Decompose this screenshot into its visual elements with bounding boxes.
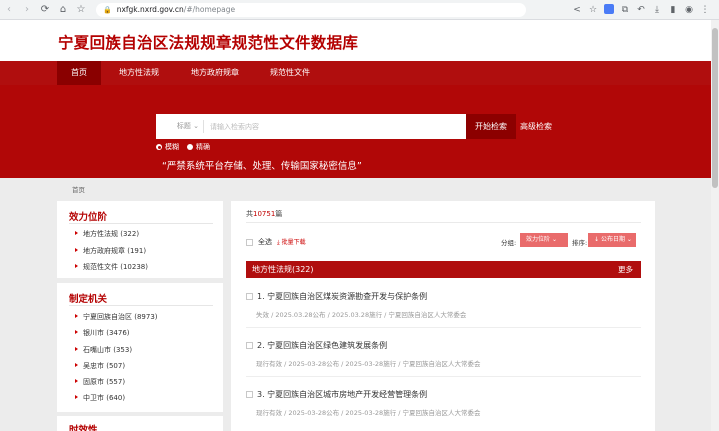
triangle-bullet-icon (75, 330, 78, 334)
page-scrollbar[interactable] (711, 20, 719, 431)
exact-label: 精确 (196, 143, 210, 151)
site-info-icon[interactable]: 🔒 (103, 6, 112, 14)
bookmark-star-icon[interactable]: ☆ (72, 0, 90, 20)
divider (246, 376, 641, 377)
fuzzy-label: 模糊 (165, 143, 179, 151)
law-meta: 失效 / 2025.03.28公布 / 2025.03.28施行 / 宁夏回族自… (256, 311, 467, 319)
select-all[interactable]: 全选 (246, 237, 272, 247)
divider (69, 223, 213, 224)
arrow-down-icon: ↓ (594, 236, 600, 243)
triangle-bullet-icon (75, 395, 78, 399)
triangle-bullet-icon (75, 314, 78, 318)
forward-icon[interactable]: › (18, 0, 36, 20)
law-title[interactable]: 2. 宁夏回族自治区绿色建筑发展条例 (246, 340, 387, 351)
filter-item[interactable]: 吴忠市 (507) (75, 361, 125, 371)
filter-item[interactable]: 银川市 (3476) (75, 328, 130, 338)
triangle-bullet-icon (75, 379, 78, 383)
divider (69, 305, 213, 306)
nav-government-rules[interactable]: 地方政府规章 (180, 61, 250, 85)
law-meta: 现行有效 / 2025-03-28公布 / 2025-03-28施行 / 宁夏回… (256, 409, 481, 417)
filter-item[interactable]: 规范性文件 (10238) (75, 262, 148, 272)
filter-effect-title: 效力位阶 (69, 212, 108, 223)
group-select[interactable]: 效力位阶 ⌄ (520, 233, 568, 247)
search-box: 标题 ⌄ (156, 114, 466, 139)
back-icon[interactable]: ‹ (0, 0, 18, 20)
menu-icon[interactable]: ⋮ (697, 5, 713, 15)
scrollbar-thumb[interactable] (712, 28, 718, 188)
triangle-bullet-icon (75, 231, 78, 235)
site-title: 宁夏回族自治区法规规章规范性文件数据库 (58, 34, 359, 52)
chevron-down-icon: ⌄ (551, 236, 557, 243)
law-meta: 现行有效 / 2025-03-28公布 / 2025-03-28施行 / 宁夏回… (256, 360, 481, 368)
filter-item[interactable]: 地方政府规章 (191) (75, 246, 146, 256)
url-host: nxfgk.nxrd.gov.cn (116, 5, 184, 14)
search-field-select[interactable]: 标题 ⌄ (156, 120, 204, 133)
section-header: 地方性法规(322) 更多 (246, 261, 641, 278)
result-total: 共10751篇 (246, 210, 283, 218)
side-panel-icon[interactable]: ▮ (665, 5, 681, 15)
triangle-bullet-icon (75, 347, 78, 351)
sort-select[interactable]: ↓ 公布日期 ⌄ (588, 233, 636, 247)
search-banner: 标题 ⌄ 开始检索 高级检索 模糊 精确 “严禁系统平台存储、处理、传输国家秘密… (0, 85, 711, 178)
nav-local-regulations[interactable]: 地方性法规 (110, 61, 168, 85)
section-title: 地方性法规(322) (252, 265, 314, 274)
nav-normative-documents[interactable]: 规范性文件 (260, 61, 320, 85)
fuzzy-radio[interactable] (156, 144, 162, 150)
select-all-checkbox[interactable] (246, 238, 253, 246)
download-icon[interactable]: ⤓ (649, 5, 665, 15)
search-button[interactable]: 开始检索 (466, 114, 516, 139)
site-header: 宁夏回族自治区法规规章规范性文件数据库 (0, 20, 711, 61)
filter-item[interactable]: 中卫市 (640) (75, 393, 125, 403)
filter-timeliness: 时效性 (57, 416, 223, 431)
more-link[interactable]: 更多 (618, 261, 633, 278)
divider (246, 222, 641, 223)
batch-download-button[interactable]: ⤓ 批量下载 (277, 237, 306, 247)
item-checkbox[interactable] (246, 391, 253, 398)
advanced-search-link[interactable]: 高级检索 (520, 114, 552, 139)
browser-toolbar: ‹ › ⟳ ⌂ ☆ 🔒 nxfgk.nxrd.gov.cn/#/homepage… (0, 0, 719, 20)
group-label: 分组: (501, 239, 517, 247)
match-mode: 模糊 精确 (156, 142, 218, 152)
law-title[interactable]: 3. 宁夏回族自治区城市房地产开发经营管理条例 (246, 389, 427, 400)
extension-icon[interactable] (601, 4, 617, 15)
download-icon: ⤓ (277, 239, 280, 246)
star-icon[interactable]: ☆ (585, 5, 601, 15)
filter-effect-level: 效力位阶 地方性法规 (322) 地方政府规章 (191) 规范性文件 (102… (57, 201, 223, 278)
divider (246, 327, 641, 328)
main-nav: 首页 地方性法规 地方政府规章 规范性文件 (0, 61, 711, 85)
filter-timeliness-title: 时效性 (69, 425, 98, 431)
item-checkbox[interactable] (246, 342, 253, 349)
filter-item[interactable]: 地方性法规 (322) (75, 229, 139, 239)
triangle-bullet-icon (75, 248, 78, 252)
filter-authority-title: 制定机关 (69, 294, 108, 305)
nav-home[interactable]: 首页 (57, 61, 101, 85)
security-notice: “严禁系统平台存储、处理、传输国家秘密信息” (162, 161, 362, 172)
results-panel: 共10751篇 全选 ⤓ 批量下载 分组: 效力位阶 ⌄ 排序: ↓ 公布日期 … (231, 201, 655, 431)
filter-authority: 制定机关 宁夏回族自治区 (8973) 银川市 (3476) 石嘴山市 (353… (57, 283, 223, 412)
extensions-puzzle-icon[interactable]: ⧉ (617, 5, 633, 15)
breadcrumb[interactable]: 首页 (72, 184, 85, 194)
chevron-down-icon: ⌄ (626, 236, 632, 243)
profile-icon[interactable]: ◉ (681, 5, 697, 15)
address-bar[interactable]: 🔒 nxfgk.nxrd.gov.cn/#/homepage (96, 2, 526, 17)
reload-icon[interactable]: ⟳ (36, 0, 54, 20)
history-icon[interactable]: ↶ (633, 5, 649, 15)
filter-item[interactable]: 石嘴山市 (353) (75, 345, 132, 355)
law-title[interactable]: 1. 宁夏回族自治区煤炭资源勘查开发与保护条例 (246, 291, 427, 302)
triangle-bullet-icon (75, 264, 78, 268)
triangle-bullet-icon (75, 363, 78, 367)
share-icon[interactable]: < (569, 5, 585, 15)
item-checkbox[interactable] (246, 293, 253, 300)
url-path: /#/homepage (183, 5, 236, 14)
search-input[interactable] (204, 115, 466, 138)
home-icon[interactable]: ⌂ (54, 0, 72, 20)
filter-item[interactable]: 固原市 (557) (75, 377, 125, 387)
sort-label: 排序: (572, 239, 588, 247)
select-all-label: 全选 (258, 238, 272, 246)
browser-actions: < ☆ ⧉ ↶ ⤓ ▮ ◉ ⋮ (569, 4, 719, 15)
filter-item[interactable]: 宁夏回族自治区 (8973) (75, 312, 158, 322)
exact-radio[interactable] (187, 144, 193, 150)
